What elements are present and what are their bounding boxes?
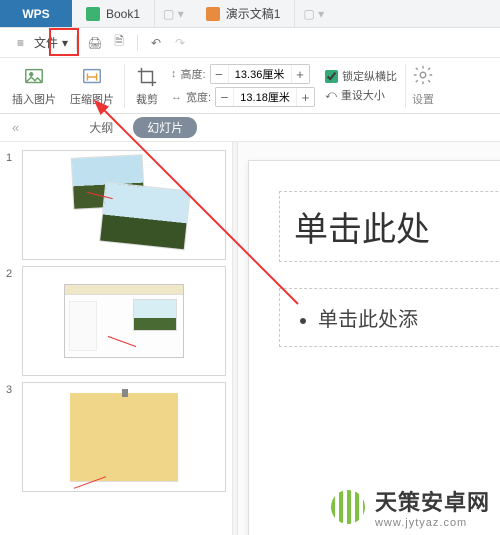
title-placeholder[interactable]: 单击此处 <box>279 191 500 262</box>
reset-icon: ⤺ <box>325 89 337 102</box>
image-icon <box>22 65 46 89</box>
slide-3-preview[interactable] <box>22 382 226 492</box>
slide-number: 1 <box>6 150 16 260</box>
print-icon[interactable]: 🖨 <box>85 33 105 53</box>
hamburger-icon[interactable]: ≡ <box>10 33 30 53</box>
tab-slides[interactable]: 幻灯片 <box>133 117 197 138</box>
insert-image-label: 插入图片 <box>12 91 56 107</box>
body-placeholder-text: 单击此处添 <box>318 303 500 332</box>
slide-number: 2 <box>6 266 16 376</box>
thumbnail-panel[interactable]: 1 2 3 <box>0 142 232 535</box>
current-slide[interactable]: 单击此处 单击此处添 <box>248 160 500 535</box>
width-label: 宽度: <box>186 89 211 105</box>
panel-tabs: « 大纲 幻灯片 <box>0 114 500 142</box>
spreadsheet-icon <box>86 7 100 21</box>
decrement-button[interactable]: − <box>216 88 234 106</box>
lock-ratio-checkbox[interactable]: 锁定纵横比 <box>325 68 397 84</box>
tab-presentation[interactable]: 演示文稿1 <box>192 0 296 27</box>
wps-logo: WPS <box>0 0 72 27</box>
decrement-button[interactable]: − <box>211 65 229 83</box>
lock-ratio-input[interactable] <box>325 70 338 83</box>
height-arrows-icon: ↕ <box>171 68 177 80</box>
tab-label: Book1 <box>106 7 140 21</box>
watermark-url: www.jytyaz.com <box>375 517 490 529</box>
crop-button[interactable]: 裁剪 <box>129 60 165 111</box>
reset-size-button[interactable]: ⤺ 重设大小 <box>325 87 397 103</box>
presentation-icon <box>206 7 220 21</box>
tab-label: 演示文稿1 <box>226 5 281 22</box>
tab-book1[interactable]: Book1 <box>72 0 155 27</box>
separator <box>124 64 125 108</box>
compress-image-label: 压缩图片 <box>70 91 114 107</box>
insert-image-button[interactable]: 插入图片 <box>6 60 62 111</box>
watermark-logo-icon <box>331 490 365 524</box>
crop-icon <box>135 65 159 89</box>
slide-1-preview[interactable] <box>22 150 226 260</box>
tab-overflow-icon[interactable]: ▢ ▾ <box>295 0 332 27</box>
photo-icon <box>100 183 190 249</box>
tab-overflow-icon[interactable]: ▢ ▾ <box>155 0 192 27</box>
sticky-note-icon <box>70 393 178 481</box>
redo-icon[interactable]: ↷ <box>170 33 190 53</box>
compress-image-button[interactable]: 压缩图片 <box>64 60 120 111</box>
slide-thumbnail[interactable]: 3 <box>6 382 226 492</box>
tab-outline[interactable]: 大纲 <box>83 115 119 140</box>
title-bar: WPS Book1 ▢ ▾ 演示文稿1 ▢ ▾ <box>0 0 500 28</box>
separator <box>137 35 138 51</box>
lock-ratio-label: 锁定纵横比 <box>342 68 397 84</box>
file-menu-label: 文件 <box>34 34 58 51</box>
slide-thumbnail[interactable]: 1 <box>6 150 226 260</box>
window-mock <box>64 284 184 358</box>
collapse-panel-icon[interactable]: « <box>12 120 19 135</box>
slide-thumbnail[interactable]: 2 <box>6 266 226 376</box>
crop-label: 裁剪 <box>136 91 158 107</box>
gear-icon <box>412 64 434 89</box>
slide-number: 3 <box>6 382 16 492</box>
reset-size-label: 重设大小 <box>341 87 385 103</box>
slide-canvas[interactable]: 单击此处 单击此处添 <box>238 142 500 535</box>
separator <box>405 64 406 108</box>
width-input[interactable] <box>234 91 296 103</box>
size-options: 锁定纵横比 ⤺ 重设大小 <box>321 68 401 103</box>
height-spinbox[interactable]: − + <box>210 64 310 84</box>
watermark: 天策安卓网 www.jytyaz.com <box>331 485 490 529</box>
watermark-title: 天策安卓网 <box>375 485 490 517</box>
slide-2-preview[interactable] <box>22 266 226 376</box>
settings-button[interactable]: 设置 <box>410 64 436 107</box>
width-arrows-icon: ↔ <box>171 91 182 103</box>
file-menu[interactable]: 文件 ▾ <box>34 34 68 51</box>
body-placeholder[interactable]: 单击此处添 <box>279 288 500 347</box>
chevron-down-icon: ▾ <box>62 36 68 50</box>
compress-icon <box>80 65 104 89</box>
height-label: 高度: <box>181 66 206 82</box>
width-spinbox[interactable]: − + <box>215 87 315 107</box>
ribbon: 插入图片 压缩图片 裁剪 ↕ 高度: − + ↔ 宽度: − <box>0 58 500 114</box>
settings-label: 设置 <box>412 91 434 107</box>
workspace: 1 2 3 单击此处 单 <box>0 142 500 535</box>
print-preview-icon[interactable]: 🗎 <box>109 33 129 53</box>
undo-icon[interactable]: ↶ <box>146 33 166 53</box>
increment-button[interactable]: + <box>291 65 309 83</box>
separator <box>76 35 77 51</box>
height-input[interactable] <box>229 68 291 80</box>
dimension-block: ↕ 高度: − + ↔ 宽度: − + <box>167 64 319 107</box>
menu-bar: ≡ 文件 ▾ 🖨 🗎 ↶ ↷ <box>0 28 500 58</box>
increment-button[interactable]: + <box>296 88 314 106</box>
